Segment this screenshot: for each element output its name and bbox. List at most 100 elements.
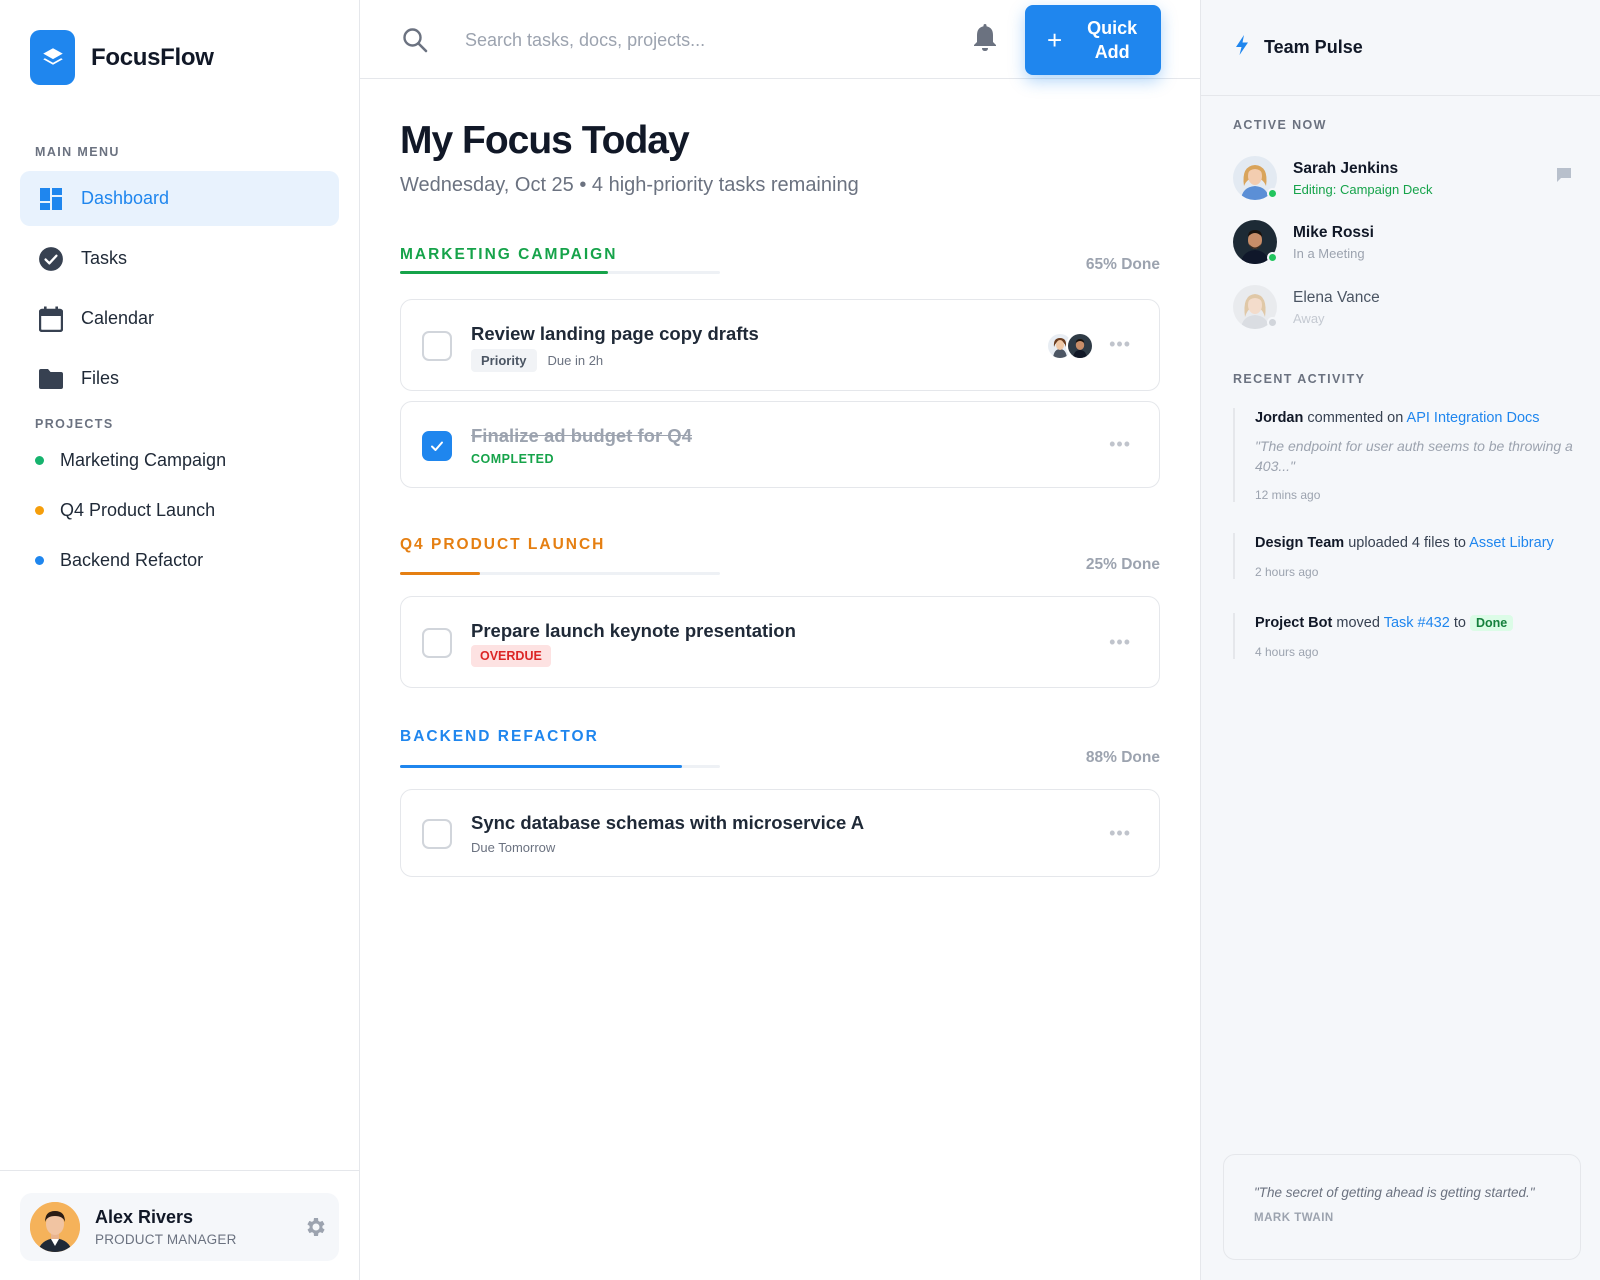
sidebar-footer: Alex Rivers PRODUCT MANAGER [0, 1170, 360, 1280]
folder-icon [38, 366, 64, 392]
task-title: Sync database schemas with microservice … [471, 812, 865, 833]
task-card[interactable]: Review landing page copy drafts Priority… [400, 299, 1160, 391]
page-title: My Focus Today [400, 119, 690, 162]
activity-actor[interactable]: Project Bot [1255, 615, 1332, 631]
chat-bubble-icon[interactable] [1555, 166, 1573, 184]
projects-label: PROJECTS [35, 417, 114, 431]
search-input[interactable] [465, 22, 905, 58]
page-subtitle: Wednesday, Oct 25 • 4 high-priority task… [400, 174, 859, 196]
lightning-icon [1234, 34, 1250, 61]
activity-verb: moved [1336, 615, 1380, 631]
task-card[interactable]: Finalize ad budget for Q4 COMPLETED ••• [400, 401, 1160, 488]
activity-item: Jordan commented on API Integration Docs… [1233, 408, 1578, 502]
activity-actor[interactable]: Design Team [1255, 535, 1344, 551]
project-label: Q4 Product Launch [60, 500, 216, 520]
activity-connector: to [1453, 615, 1466, 631]
task-checkbox[interactable] [422, 628, 452, 658]
task-card[interactable]: Sync database schemas with microservice … [400, 789, 1160, 877]
group-done-label: 25% Done [1085, 556, 1160, 573]
project-item-marketing-campaign[interactable]: Marketing Campaign [35, 450, 226, 471]
activity-time: 2 hours ago [1255, 565, 1319, 579]
group-done-label: 88% Done [1085, 749, 1160, 766]
activity-verb: uploaded 4 files to [1348, 535, 1466, 551]
activity-link[interactable]: Asset Library [1469, 535, 1554, 551]
sidebar-item-label: Tasks [81, 248, 128, 268]
sidebar-item-tasks[interactable]: Tasks [20, 231, 339, 286]
more-options-button[interactable]: ••• [1109, 633, 1131, 651]
sidebar-item-files[interactable]: Files [20, 351, 339, 406]
group-title-marketing-campaign: MARKETING CAMPAIGN [400, 246, 618, 263]
team-pulse-panel: Team Pulse ACTIVE NOW Sarah Jenkins Edit… [1200, 0, 1600, 1280]
user-name: Alex Rivers [95, 1207, 194, 1227]
member-status: Away [1293, 310, 1325, 326]
group-progress-track [400, 572, 720, 575]
team-pulse-header: Team Pulse [1201, 0, 1600, 96]
project-label: Backend Refactor [60, 550, 204, 570]
sidebar-item-label: Dashboard [81, 188, 170, 208]
active-now-label: ACTIVE NOW [1233, 118, 1327, 132]
group-progress-fill [400, 271, 608, 274]
check-icon [431, 441, 443, 451]
more-options-button[interactable]: ••• [1109, 335, 1131, 353]
more-options-button[interactable]: ••• [1109, 824, 1131, 842]
task-checkbox[interactable] [422, 819, 452, 849]
layers-icon [30, 30, 75, 85]
quick-add-button[interactable]: + Quick Add [1025, 5, 1161, 75]
status-badge: COMPLETED [471, 452, 554, 466]
task-title: Review landing page copy drafts [471, 323, 759, 344]
activity-link[interactable]: API Integration Docs [1407, 410, 1540, 426]
user-card[interactable]: Alex Rivers PRODUCT MANAGER [20, 1193, 339, 1261]
more-options-button[interactable]: ••• [1109, 435, 1131, 453]
avatar [1066, 332, 1094, 360]
group-progress-fill [400, 572, 480, 575]
status-badge: OVERDUE [471, 645, 551, 667]
team-pulse-title: Team Pulse [1264, 37, 1363, 57]
project-color-dot [35, 556, 44, 565]
away-status-dot [1267, 317, 1278, 328]
member-status: In a Meeting [1293, 245, 1365, 261]
topbar: + Quick Add [360, 0, 1200, 79]
due-label: Due Tomorrow [471, 840, 556, 855]
project-item-backend-refactor[interactable]: Backend Refactor [35, 550, 203, 571]
task-title: Prepare launch keynote presentation [471, 620, 796, 641]
activity-verb: commented on [1307, 410, 1404, 426]
sidebar-item-dashboard[interactable]: Dashboard [20, 171, 339, 226]
member-mike-rossi[interactable]: Mike Rossi In a Meeting [1233, 220, 1573, 264]
brand[interactable]: FocusFlow [30, 30, 214, 85]
activity-link[interactable]: Task #432 [1384, 615, 1450, 631]
sidebar-item-label: Calendar [81, 308, 155, 328]
sidebar: FocusFlow MAIN MENU Dashboard Tasks Cale… [0, 0, 360, 1280]
main-content: My Focus Today Wednesday, Oct 25 • 4 hig… [360, 79, 1200, 1280]
member-sarah-jenkins[interactable]: Sarah Jenkins Editing: Campaign Deck [1233, 156, 1573, 200]
member-name: Mike Rossi [1293, 223, 1374, 241]
sidebar-item-calendar[interactable]: Calendar [20, 291, 339, 346]
group-title-backend-refactor: BACKEND REFACTOR [400, 728, 599, 745]
quote-text: "The secret of getting ahead is getting … [1254, 1185, 1535, 1200]
group-progress-fill [400, 765, 682, 768]
activity-actor[interactable]: Jordan [1255, 410, 1303, 426]
recent-activity-label: RECENT ACTIVITY [1233, 372, 1366, 386]
member-elena-vance[interactable]: Elena Vance Away [1233, 285, 1573, 329]
plus-icon: + [1047, 25, 1063, 55]
check-circle-icon [38, 246, 64, 272]
online-status-dot [1267, 188, 1278, 199]
assignees[interactable] [1046, 332, 1094, 360]
gear-icon[interactable] [303, 1215, 327, 1239]
activity-time: 12 mins ago [1255, 488, 1321, 502]
quote-author: MARK TWAIN [1254, 1212, 1334, 1224]
member-status: Editing: Campaign Deck [1293, 181, 1433, 197]
avatar [1233, 285, 1278, 329]
group-progress-track [400, 765, 720, 768]
search-icon[interactable] [402, 27, 428, 53]
task-checkbox[interactable] [422, 331, 452, 361]
dashboard-icon [38, 186, 64, 212]
member-name: Elena Vance [1293, 288, 1380, 306]
due-label: Due in 2h [547, 353, 604, 368]
project-item-q4-product-launch[interactable]: Q4 Product Launch [35, 500, 215, 521]
bell-icon[interactable] [972, 22, 1000, 54]
priority-tag: Priority [471, 349, 537, 372]
avatar [30, 1202, 80, 1252]
task-checkbox[interactable] [422, 431, 452, 461]
activity-time: 4 hours ago [1255, 645, 1319, 659]
task-card[interactable]: Prepare launch keynote presentation OVER… [400, 596, 1160, 688]
